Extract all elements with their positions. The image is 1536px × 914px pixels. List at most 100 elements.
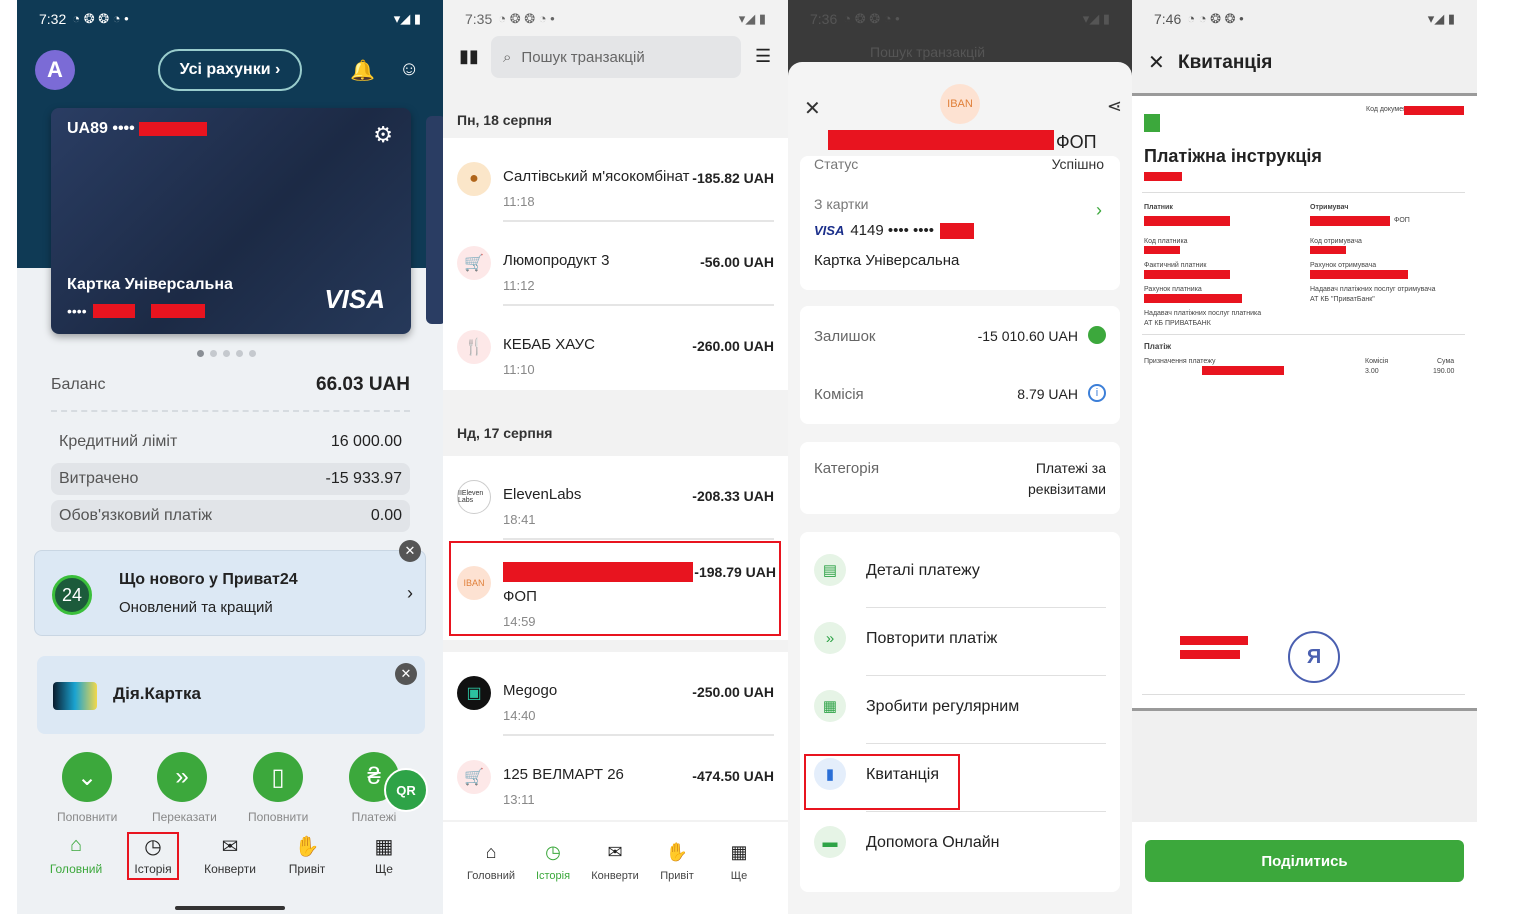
make-regular-action[interactable]: ▦ Зробити регулярним	[800, 676, 1120, 744]
visa-logo: VISA	[814, 223, 845, 238]
transaction-row[interactable]: 🍴 КЕБАБ ХАУС 11:10 -260.00 UAH	[443, 306, 788, 390]
actual-payer-label: Фактичний платник	[1144, 262, 1207, 269]
status-label: Статус	[814, 156, 859, 172]
iban-badge: IBAN	[940, 84, 980, 124]
bank-card[interactable]: UA89 •••• ⚙ Картка Універсальна •••• VIS…	[51, 108, 411, 334]
spent-label: Витрачено	[59, 470, 139, 487]
sum-label: Сума	[1437, 358, 1455, 365]
filter-icon[interactable]: ☰	[755, 46, 771, 67]
payment-label: Платіж	[1144, 342, 1172, 351]
card-line: VISA 4149 •••• ••••	[814, 222, 975, 239]
redaction	[1144, 172, 1182, 181]
nav-envelopes[interactable]: ✉ Конверти	[199, 834, 261, 876]
chevron-right-icon[interactable]: ›	[1096, 200, 1102, 221]
whats-new-banner[interactable]: 24 Що нового у Приват24 Оновлений та кра…	[34, 550, 426, 636]
nav-envelopes[interactable]: ✉ Конверти	[585, 842, 645, 882]
help-online-action[interactable]: ▬ Допомога Онлайн	[800, 812, 1120, 880]
purpose-label: Призначення платежу	[1144, 358, 1216, 365]
tx-amount: -250.00 UAH	[692, 684, 774, 700]
nav-history[interactable]: ◷ Історія	[523, 842, 583, 882]
envelope-icon: ✉	[221, 836, 239, 858]
receiver-acc-label: Рахунок отримувача	[1310, 262, 1377, 269]
status-time: 7:35	[465, 11, 493, 27]
bell-icon[interactable]: 🔔	[350, 58, 375, 83]
close-icon[interactable]: ✕	[1148, 50, 1165, 75]
double-chevron-down-icon: ⌄	[62, 752, 112, 802]
share-icon[interactable]: ⋖	[1107, 96, 1122, 117]
tx-time: 11:10	[503, 362, 535, 377]
detail-sheet: ✕ IBAN ⋖ ФОП Статус Успішно З картки VIS…	[788, 62, 1132, 914]
action-label: Деталі платежу	[866, 562, 980, 579]
eye-icon[interactable]	[1088, 326, 1106, 344]
info-icon[interactable]: i	[1088, 384, 1106, 402]
redaction	[1310, 246, 1346, 254]
mobile-topup-action[interactable]: ▯ Поповнити	[248, 752, 308, 824]
redaction	[1310, 270, 1408, 279]
receipt-screen: 7:46 ◔ ◔ ❂ ❂ • ▾◢ ▮ ✕ Квитанція Код доку…	[1132, 0, 1477, 914]
transaction-row[interactable]: ▣ Megogo 14:40 -250.00 UAH	[443, 652, 788, 736]
status-bar: 7:36 ◔ ❂ ❂ ◔ • ▾◢ ▮	[788, 0, 1132, 38]
notification-icons: ◔ ❂ ❂ ◔ •	[843, 11, 900, 26]
signal-battery-icon: ▾◢ ▮	[1082, 11, 1110, 26]
dia-card-banner[interactable]: Дія.Картка	[37, 656, 425, 734]
clock-icon: ◷	[545, 842, 561, 862]
redaction	[1144, 270, 1230, 279]
nav-hello[interactable]: ✋ Привіт	[647, 842, 707, 882]
category-box[interactable]: Категорія Платежі за реквізитами	[800, 442, 1120, 514]
card-name: Картка Універсальна	[67, 276, 233, 293]
transaction-row[interactable]: 🛒 Люмопродукт 3 11:12 -56.00 UAH	[443, 222, 788, 306]
nav-hello[interactable]: ✋ Привіт	[276, 834, 338, 876]
all-accounts-button[interactable]: Усі рахунки ›	[158, 49, 302, 91]
mandatory-label: Обов'язковий платіж	[59, 507, 213, 524]
gear-icon[interactable]: ⚙	[373, 122, 393, 148]
tx-amount: -260.00 UAH	[692, 338, 774, 354]
avatar[interactable]: A	[35, 50, 75, 90]
close-icon[interactable]: ✕	[395, 663, 417, 685]
close-icon[interactable]: ✕	[399, 540, 421, 562]
visa-logo: VISA	[324, 284, 385, 314]
receiver-code-label: Код отримувача	[1310, 238, 1362, 245]
close-icon[interactable]: ✕	[804, 96, 821, 121]
transfer-action[interactable]: » Переказати	[152, 752, 217, 824]
action-label: Поповнити	[57, 810, 118, 824]
redaction	[1310, 216, 1390, 226]
qr-scan-button[interactable]: QR	[384, 768, 428, 812]
receipt-highlight	[804, 754, 960, 810]
payer-bank: АТ КБ ПРИВАТБАНК	[1144, 320, 1211, 327]
nav-home[interactable]: ⌂ Головний	[45, 834, 107, 876]
redaction	[1180, 636, 1248, 645]
spent-row: Витрачено -15 933.97	[51, 463, 410, 495]
credit-limit-row: Кредитний ліміт 16 000.00	[51, 426, 410, 458]
history-highlight	[127, 832, 179, 880]
receipt-document[interactable]: Код документа Платіжна інструкція Платни…	[1132, 93, 1477, 711]
tx-name: ElevenLabs	[503, 486, 582, 503]
nav-home[interactable]: ⌂ Головний	[461, 842, 521, 882]
remain-label: Залишок	[814, 328, 876, 345]
carousel-dots	[197, 350, 256, 357]
grid-icon: ▦	[374, 836, 394, 858]
payer-acc-label: Рахунок платника	[1144, 286, 1202, 293]
share-button[interactable]: Поділитись	[1145, 840, 1464, 882]
search-input[interactable]: ⌕ Пошук транзакцій	[491, 36, 741, 78]
support-icon[interactable]: ☺	[399, 58, 419, 81]
tx-amount: -474.50 UAH	[692, 768, 774, 784]
transaction-row[interactable]: IIEleven Labs ElevenLabs 18:41 -208.33 U…	[443, 456, 788, 540]
nav-more[interactable]: ▦ Ще	[353, 834, 415, 876]
status-time: 7:46	[1154, 11, 1182, 27]
repeat-payment-action[interactable]: » Повторити платіж	[800, 608, 1120, 676]
action-label: Поповнити	[248, 810, 309, 824]
transaction-row[interactable]: 🛒 125 ВЕЛМАРТ 26 13:11 -474.50 UAH	[443, 736, 788, 820]
promo-subtitle: Оновлений та кращий	[119, 599, 273, 616]
transaction-row[interactable]: ● Салтівський м'ясокомбінат 11:18 -185.8…	[443, 138, 788, 222]
payment-details-action[interactable]: ▤ Деталі платежу	[800, 540, 1120, 608]
nav-label: Конверти	[204, 862, 256, 876]
topup-action[interactable]: ⌄ Поповнити	[57, 752, 117, 824]
tx-name: Megogo	[503, 682, 558, 699]
status-time: 7:36	[810, 11, 838, 27]
next-card-peek[interactable]	[426, 116, 443, 324]
action-label: Допомога Онлайн	[866, 834, 1000, 851]
card-mask-text: ••••	[67, 303, 87, 319]
chart-icon[interactable]: ▮▮	[459, 46, 479, 67]
privat24-badge: 24	[52, 575, 92, 615]
nav-more[interactable]: ▦ Ще	[709, 842, 769, 882]
